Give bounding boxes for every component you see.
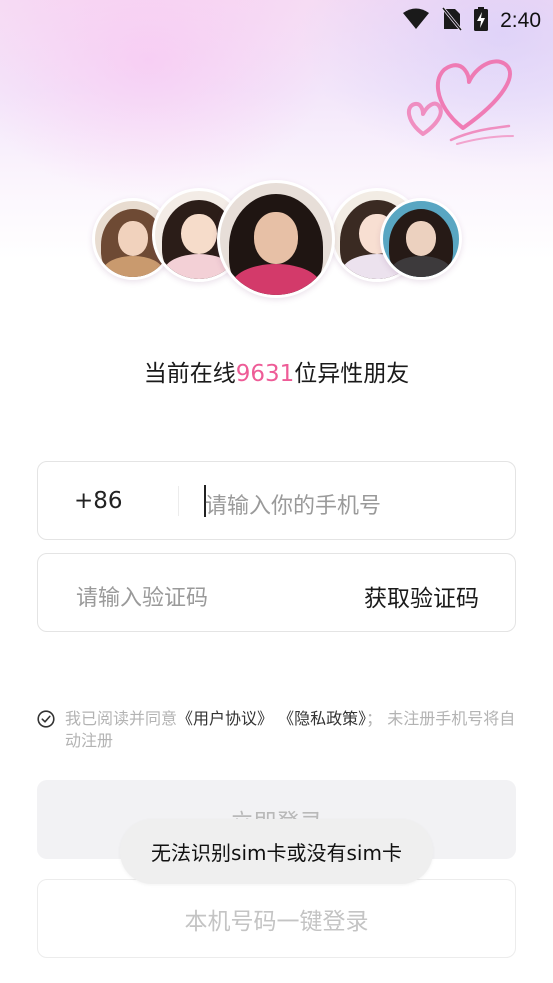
avatar (217, 180, 335, 298)
online-avatars (0, 180, 553, 300)
verification-code-input[interactable]: 请输入验证码 (76, 580, 208, 612)
phone-input[interactable]: 请输入你的手机号 (205, 488, 381, 520)
hearts-icon (393, 50, 523, 150)
checkbox-icon[interactable] (37, 710, 55, 728)
user-agreement-link[interactable]: 《用户协议》 (177, 709, 273, 728)
agreement-prefix: 我已阅读并同意 (65, 709, 178, 728)
country-code-selector[interactable]: +86 (74, 488, 123, 514)
no-sim-icon (441, 7, 463, 35)
agreement: 我已阅读并同意《用户协议》 《隐私政策》； 未注册手机号将自动注册 (37, 708, 516, 752)
avatar (380, 198, 462, 280)
privacy-policy-link[interactable]: 《隐私政策》 (278, 709, 366, 728)
divider (178, 486, 179, 516)
online-suffix: 位异性朋友 (294, 361, 410, 387)
battery-charging-icon (474, 7, 489, 35)
online-count: 9631 (235, 361, 295, 387)
phone-field[interactable]: +86 请输入你的手机号 (37, 461, 516, 540)
wifi-icon (402, 8, 430, 34)
verification-code-field[interactable]: 请输入验证码 获取验证码 (37, 553, 516, 632)
get-code-button[interactable]: 获取验证码 (364, 579, 479, 613)
status-bar: 2:40 (0, 0, 553, 38)
online-prefix: 当前在线 (143, 361, 236, 387)
toast-message: 无法识别sim卡或没有sim卡 (120, 819, 433, 884)
one-key-login-button[interactable]: 本机号码一键登录 (37, 879, 516, 958)
status-time: 2:40 (500, 9, 541, 32)
online-count-text: 当前在线9631位异性朋友 (0, 354, 553, 388)
